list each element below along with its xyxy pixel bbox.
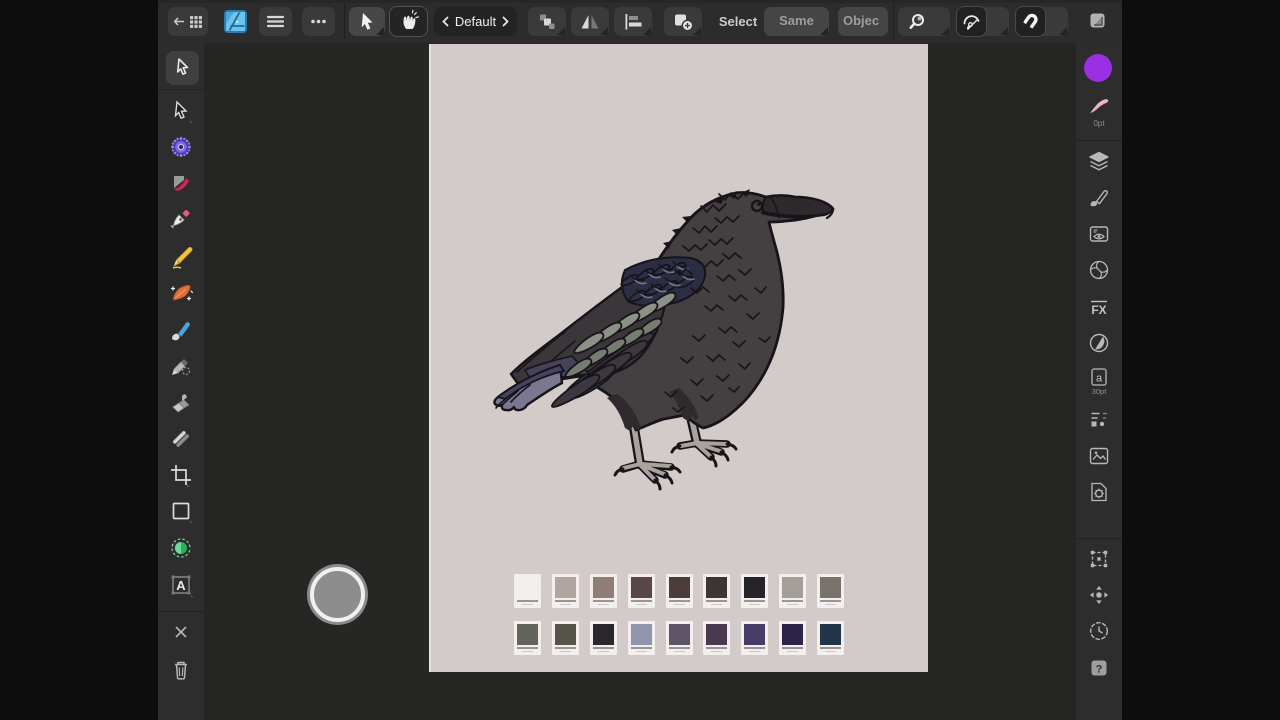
svg-text:A: A (176, 578, 186, 593)
svg-text:?: ? (1096, 664, 1103, 676)
svg-text:FX: FX (1091, 303, 1106, 317)
svg-text:a: a (1096, 373, 1103, 385)
svg-text:Default: Default (455, 14, 497, 29)
